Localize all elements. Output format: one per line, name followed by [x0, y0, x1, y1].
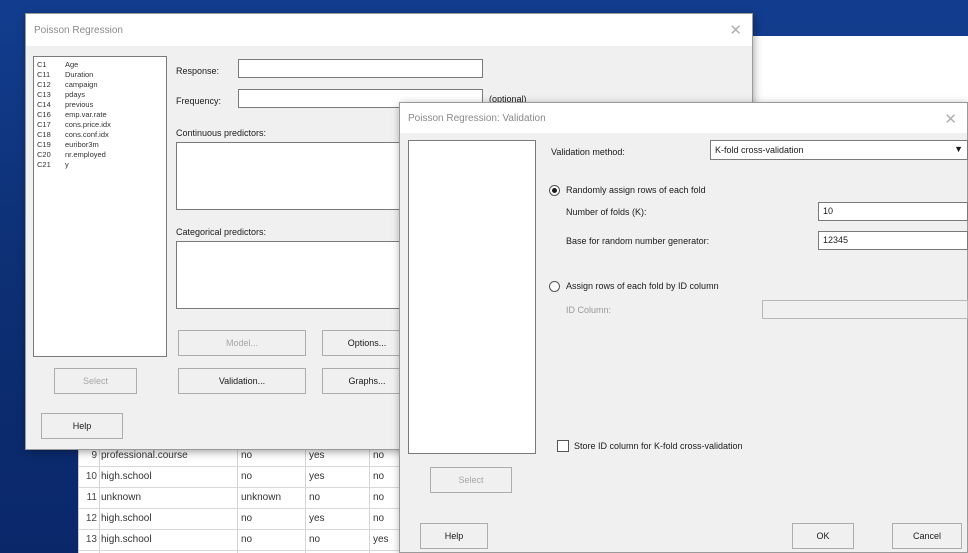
- folds-label: Number of folds (K):: [566, 207, 647, 217]
- continuous-predictors-label: Continuous predictors:: [176, 128, 267, 138]
- list-item[interactable]: C1 Age: [37, 60, 78, 70]
- validation-button[interactable]: Validation...: [178, 368, 306, 394]
- list-item[interactable]: C19 euribor3m: [37, 140, 99, 150]
- categorical-predictors-input[interactable]: [176, 241, 406, 309]
- table-row[interactable]: 13 high.school no no yes: [79, 530, 409, 551]
- validation-method-select[interactable]: K-fold cross-validation ▼: [710, 140, 968, 160]
- seed-label: Base for random number generator:: [566, 236, 710, 246]
- list-item[interactable]: C11 Duration: [37, 70, 93, 80]
- response-label: Response:: [176, 66, 220, 76]
- close-icon[interactable]: ✕: [944, 110, 957, 128]
- table-row[interactable]: 10 high.school no yes no: [79, 467, 409, 488]
- columns-listbox[interactable]: C1 Age C11 Duration C12 campaign C13 pdays C…: [33, 56, 167, 357]
- validation-method-label: Validation method:: [551, 147, 625, 157]
- select-button[interactable]: Select: [54, 368, 137, 394]
- frequency-label: Frequency:: [176, 96, 222, 106]
- response-input[interactable]: [238, 59, 483, 78]
- dialog-title: Poisson Regression: Validation: [408, 113, 546, 124]
- validation-dialog: Poisson Regression: Validation ✕ Validat…: [399, 102, 968, 553]
- help-button[interactable]: Help: [420, 523, 488, 549]
- columns-listbox[interactable]: [408, 140, 536, 454]
- id-column-input[interactable]: [762, 300, 968, 319]
- worksheet: 9 professional.course no yes no 10 high.…: [78, 446, 409, 553]
- list-item[interactable]: C12 campaign: [37, 80, 98, 90]
- list-item[interactable]: C21 y: [37, 160, 69, 170]
- list-item[interactable]: C18 cons.conf.idx: [37, 130, 109, 140]
- list-item[interactable]: C20 nr.employed: [37, 150, 106, 160]
- cancel-button[interactable]: Cancel: [892, 523, 962, 549]
- ok-button[interactable]: OK: [792, 523, 854, 549]
- close-icon[interactable]: ✕: [729, 21, 742, 39]
- list-item[interactable]: C14 previous: [37, 100, 93, 110]
- random-assign-label: Randomly assign rows of each fold: [566, 185, 706, 195]
- seed-input[interactable]: 12345: [818, 231, 968, 250]
- dialog-title-bar: Poisson Regression ✕: [26, 14, 752, 46]
- table-row[interactable]: 12 high.school no yes no: [79, 509, 409, 530]
- model-button[interactable]: Model...: [178, 330, 306, 356]
- id-column-radio[interactable]: [549, 281, 560, 292]
- store-id-label: Store ID column for K-fold cross-validat…: [574, 441, 743, 451]
- id-column-label: ID Column:: [566, 305, 612, 315]
- categorical-predictors-label: Categorical predictors:: [176, 227, 267, 237]
- continuous-predictors-input[interactable]: [176, 142, 406, 210]
- background-window: [752, 36, 968, 104]
- id-column-radio-label: Assign rows of each fold by ID column: [566, 281, 719, 291]
- list-item[interactable]: C16 emp.var.rate: [37, 110, 107, 120]
- select-button[interactable]: Select: [430, 467, 512, 493]
- chevron-down-icon: ▼: [954, 144, 963, 154]
- dialog-title: Poisson Regression: [34, 25, 123, 36]
- list-item[interactable]: C17 cons.price.idx: [37, 120, 111, 130]
- list-item[interactable]: C13 pdays: [37, 90, 85, 100]
- random-assign-radio[interactable]: [549, 185, 560, 196]
- store-id-checkbox[interactable]: [557, 440, 569, 452]
- table-row[interactable]: 11 unknown unknown no no: [79, 488, 409, 509]
- help-button[interactable]: Help: [41, 413, 123, 439]
- folds-input[interactable]: 10: [818, 202, 968, 221]
- dialog-title-bar: Poisson Regression: Validation ✕: [400, 103, 967, 133]
